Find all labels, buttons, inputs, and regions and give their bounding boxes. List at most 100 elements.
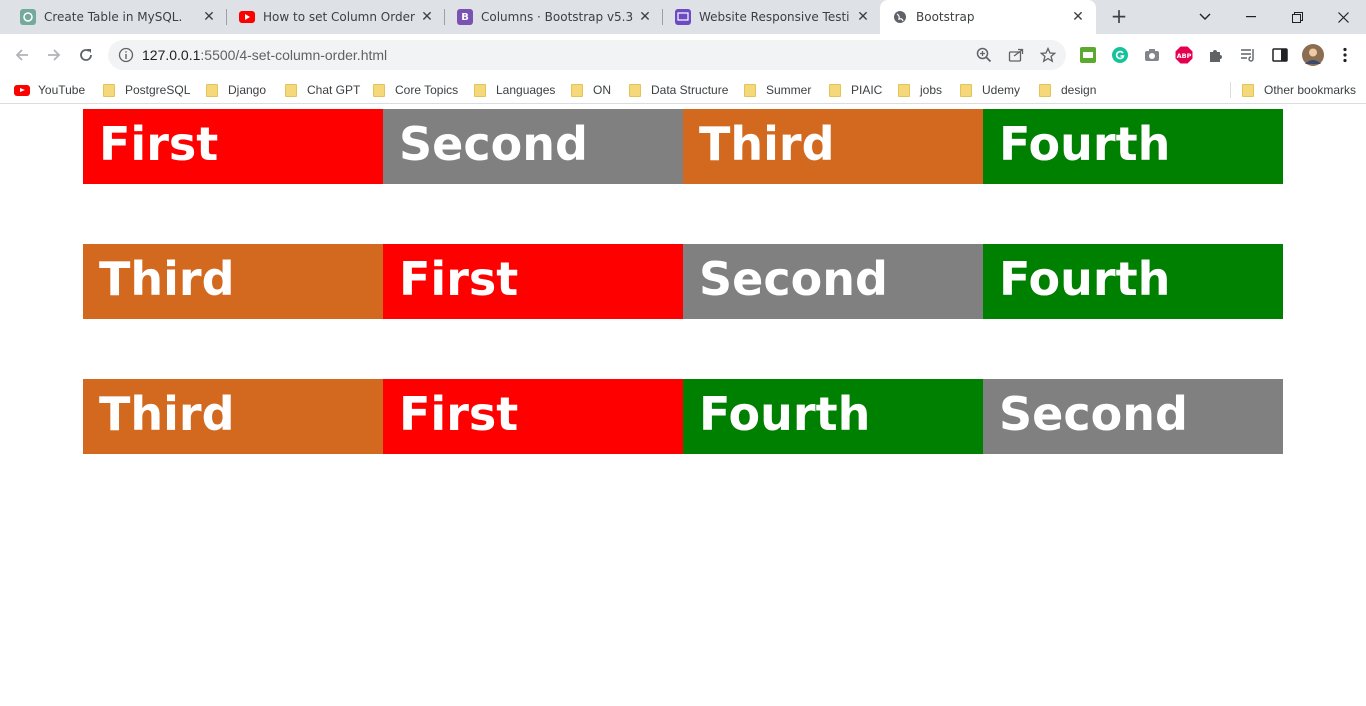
column-row-1: First Second Third Fourth: [83, 109, 1283, 184]
column-row-2: Third First Second Fourth: [83, 244, 1283, 319]
bookmark-folder-core-topics[interactable]: Core Topics: [373, 82, 458, 98]
browser-toolbar: 127.0.0.1:5500/4-set-column-order.html A…: [0, 34, 1366, 76]
folder-icon: [1242, 83, 1254, 97]
url-text[interactable]: 127.0.0.1:5500/4-set-column-order.html: [142, 47, 387, 63]
bookmark-folder-summer[interactable]: Summer: [744, 82, 811, 98]
tab-title: Bootstrap: [916, 10, 975, 24]
tab-strip: Create Table in MySQL. ✕ How to set Colu…: [0, 0, 1366, 34]
bookmarks-bar: YouTube PostgreSQL Django Chat GPT Core …: [0, 76, 1366, 104]
bookmark-label: Core Topics: [395, 83, 459, 97]
bookmark-folder-data-structure[interactable]: Data Structure: [629, 82, 728, 98]
tab-youtube-column-order[interactable]: How to set Column Order in B ✕: [227, 0, 445, 34]
bookmark-label: Data Structure: [651, 83, 729, 97]
bookmark-label: PIAIC: [851, 83, 883, 97]
close-icon[interactable]: ✕: [419, 9, 435, 25]
bookmark-folder-design[interactable]: design: [1039, 82, 1096, 98]
site-info-icon[interactable]: [118, 47, 134, 63]
close-icon[interactable]: ✕: [1070, 9, 1086, 25]
minimize-button[interactable]: [1228, 0, 1274, 34]
tab-title: Columns · Bootstrap v5.3: [481, 10, 634, 24]
back-arrow-icon[interactable]: [10, 43, 34, 67]
youtube-icon: [239, 9, 255, 25]
column-row-3: Third First Fourth Second: [83, 379, 1283, 454]
bookmark-folder-jobs[interactable]: jobs: [898, 82, 942, 98]
globe-icon: [892, 9, 908, 25]
column-cell: Third: [683, 109, 983, 184]
column-cell: Third: [83, 244, 383, 319]
folder-icon: [285, 83, 297, 97]
tab-title: Website Responsive Testing T: [699, 10, 849, 24]
column-cell: Second: [983, 379, 1283, 454]
restore-button[interactable]: [1274, 0, 1320, 34]
bookmark-folder-on[interactable]: ON: [571, 82, 611, 98]
bookmark-label: Other bookmarks: [1264, 83, 1357, 97]
folder-icon: [629, 83, 641, 97]
bookmark-star-icon[interactable]: [1039, 46, 1057, 64]
tab-title: Create Table in MySQL.: [44, 10, 183, 24]
column-cell: First: [83, 109, 383, 184]
bookmark-label: PostgreSQL: [125, 83, 191, 97]
column-cell: First: [383, 244, 683, 319]
tab-bootstrap-active[interactable]: Bootstrap ✕: [880, 0, 1096, 34]
tab-responsive-testing[interactable]: Website Responsive Testing T ✕: [663, 0, 881, 34]
adblock-icon[interactable]: ABP: [1175, 46, 1193, 64]
column-cell: Second: [383, 109, 683, 184]
folder-icon: [103, 83, 115, 97]
close-icon[interactable]: ✕: [637, 9, 653, 25]
bookmark-folder-udemy[interactable]: Udemy: [960, 82, 1020, 98]
bookmark-youtube[interactable]: YouTube: [14, 82, 85, 98]
bookmark-folder-other[interactable]: Other bookmarks: [1242, 82, 1356, 98]
share-icon[interactable]: [1007, 46, 1025, 64]
tab-title: How to set Column Order in B: [263, 10, 417, 24]
close-icon[interactable]: ✕: [201, 9, 217, 25]
close-window-button[interactable]: [1320, 0, 1366, 34]
extensions-puzzle-icon[interactable]: [1207, 46, 1225, 64]
column-cell: Fourth: [683, 379, 983, 454]
bookmark-label: Django: [228, 83, 267, 97]
bookmark-label: YouTube: [38, 83, 86, 97]
camera-icon[interactable]: [1143, 46, 1161, 64]
folder-icon: [1039, 83, 1051, 97]
bookmarks-divider: [1230, 82, 1231, 98]
bookmark-folder-piaic[interactable]: PIAIC: [829, 82, 882, 98]
extension-grammarly-icon[interactable]: [1111, 46, 1129, 64]
url-host: 127.0.0.1: [142, 47, 201, 63]
column-cell: Fourth: [983, 109, 1283, 184]
forward-arrow-icon[interactable]: [42, 43, 66, 67]
folder-icon: [898, 83, 910, 97]
column-cell: Second: [683, 244, 983, 319]
bookmark-folder-languages[interactable]: Languages: [474, 82, 555, 98]
new-tab-button[interactable]: +: [1107, 5, 1131, 29]
folder-icon: [744, 83, 756, 97]
youtube-icon: [14, 84, 30, 96]
zoom-icon[interactable]: [975, 46, 993, 64]
extension-printer-icon[interactable]: [1079, 46, 1097, 64]
tab-create-table[interactable]: Create Table in MySQL. ✕: [0, 0, 227, 34]
bookmark-label: Languages: [496, 83, 556, 97]
page-viewport: First Second Third Fourth Third First Se…: [0, 105, 1366, 706]
reading-list-icon[interactable]: [1239, 46, 1257, 64]
folder-icon: [829, 83, 841, 97]
url-path: :5500/4-set-column-order.html: [200, 47, 388, 63]
folder-icon: [474, 83, 486, 97]
menu-kebab-icon[interactable]: [1336, 46, 1354, 64]
close-icon[interactable]: ✕: [855, 9, 871, 25]
column-cell: Fourth: [983, 244, 1283, 319]
bootstrap-icon: B: [457, 9, 473, 25]
bookmark-folder-django[interactable]: Django: [206, 82, 266, 98]
bookmark-folder-chat-gpt[interactable]: Chat GPT: [285, 82, 360, 98]
bookmark-label: ON: [593, 83, 611, 97]
folder-icon: [206, 83, 218, 97]
responsive-test-icon: [675, 9, 691, 25]
profile-avatar[interactable]: [1302, 44, 1324, 66]
folder-icon: [373, 83, 385, 97]
address-bar[interactable]: 127.0.0.1:5500/4-set-column-order.html: [108, 40, 1066, 70]
bookmark-label: jobs: [920, 83, 943, 97]
bookmark-label: Chat GPT: [307, 83, 361, 97]
side-panel-icon[interactable]: [1271, 46, 1289, 64]
bookmark-folder-postgresql[interactable]: PostgreSQL: [103, 82, 190, 98]
column-cell: First: [383, 379, 683, 454]
reload-icon[interactable]: [74, 43, 98, 67]
tab-search-icon[interactable]: [1182, 0, 1228, 34]
tab-bootstrap-columns[interactable]: B Columns · Bootstrap v5.3 ✕: [445, 0, 663, 34]
